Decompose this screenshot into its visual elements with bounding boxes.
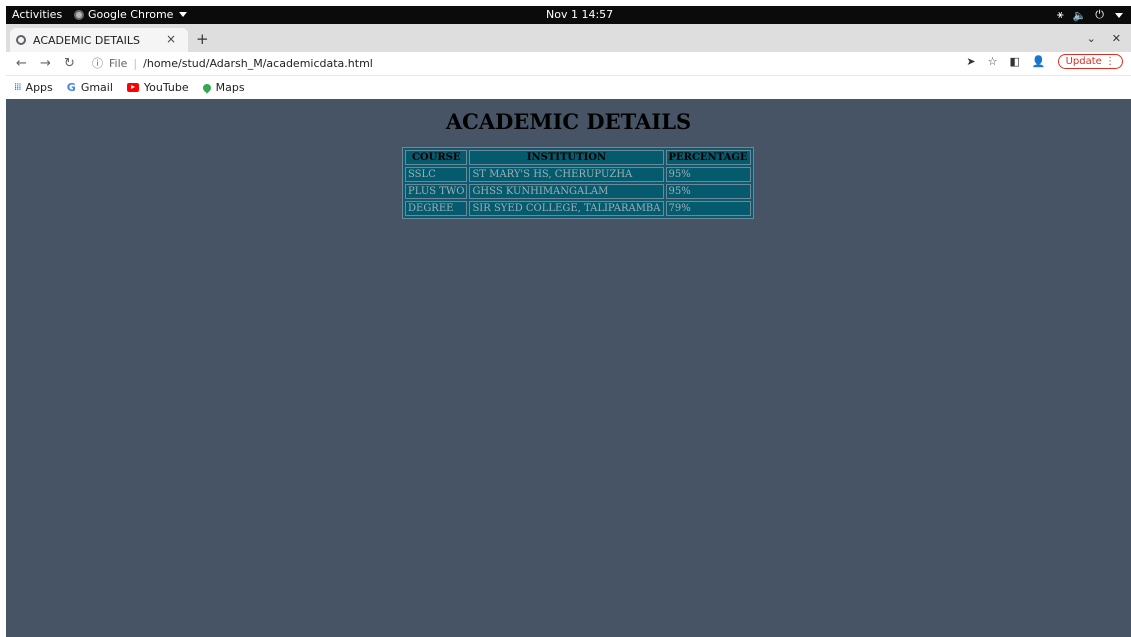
table-row: SSLC ST MARY'S HS, CHERUPUZHA 95% <box>405 167 751 182</box>
reload-icon[interactable]: ↻ <box>64 56 75 71</box>
network-icon: ⚹ <box>1056 8 1064 21</box>
send-tab-icon[interactable]: ➤ <box>966 55 975 68</box>
bookmarks-bar: ⁞⁞⁞ Apps G Gmail YouTube Maps <box>6 76 1131 99</box>
url-divider: | <box>133 56 138 70</box>
course-cell: SSLC <box>405 167 468 182</box>
caret-down-icon <box>179 12 188 17</box>
volume-icon: 🔈 <box>1072 8 1087 22</box>
table-header-row: COURSE INSTITUTION PERCENTAGE <box>405 150 751 165</box>
bookmark-label: Gmail <box>80 81 113 94</box>
url-path: /home/stud/Adarsh_M/academicdata.html <box>143 56 373 70</box>
column-header: PERCENTAGE <box>665 150 751 165</box>
percentage-cell: 79% <box>665 201 751 216</box>
profile-icon[interactable]: 👤 <box>1032 55 1046 68</box>
info-icon[interactable]: ⓘ <box>92 55 103 71</box>
institution-cell: SIR SYED COLLEGE, TALIPARAMBA <box>469 201 664 216</box>
caret-down-icon <box>1115 12 1123 18</box>
bookmark-maps[interactable]: Maps <box>200 81 245 94</box>
youtube-icon <box>126 83 139 92</box>
bookmark-star-icon[interactable]: ☆ <box>988 55 998 68</box>
window-close-icon[interactable]: ✕ <box>1112 32 1121 45</box>
bookmark-apps[interactable]: ⁞⁞⁞ Apps <box>14 81 53 94</box>
maps-icon <box>200 81 213 94</box>
bookmark-label: YouTube <box>143 81 189 94</box>
bookmark-gmail[interactable]: G Gmail <box>67 81 113 94</box>
apps-grid-icon: ⁞⁞⁞ <box>14 82 21 93</box>
browser-toolbar: ← → ↻ ⓘ File | /home/stud/Adarsh_M/acade… <box>6 52 1131 76</box>
tab-academic-details[interactable]: ACADEMIC DETAILS × <box>10 28 188 52</box>
update-label: Update <box>1065 56 1102 67</box>
tab-strip: ACADEMIC DETAILS × + ⌄ ✕ <box>6 24 1131 52</box>
institution-cell: GHSS KUNHIMANGALAM <box>469 184 664 199</box>
table-row: PLUS TWO GHSS KUNHIMANGALAM 95% <box>405 184 751 199</box>
course-cell: PLUS TWO <box>405 184 468 199</box>
system-top-bar: Activities Google Chrome Nov 1 14:57 ⚹ 🔈… <box>6 6 1131 24</box>
course-cell: DEGREE <box>405 201 468 216</box>
url-scheme: File <box>109 56 128 70</box>
power-icon: ⏻ <box>1095 8 1104 21</box>
table-row: DEGREE SIR SYED COLLEGE, TALIPARAMBA 79% <box>405 201 751 216</box>
side-panel-icon[interactable]: ◧ <box>1009 55 1019 68</box>
update-button[interactable]: Update ⋮ <box>1057 54 1123 69</box>
page-title: ACADEMIC DETAILS <box>445 109 692 134</box>
tab-search-icon[interactable]: ⌄ <box>1087 32 1096 45</box>
new-tab-button[interactable]: + <box>196 30 209 48</box>
activities-button[interactable]: Activities <box>12 8 62 21</box>
clock[interactable]: Nov 1 14:57 <box>546 8 613 21</box>
globe-icon <box>16 35 26 45</box>
column-header: COURSE <box>405 150 468 165</box>
institution-cell: ST MARY'S HS, CHERUPUZHA <box>469 167 664 182</box>
chrome-icon <box>74 9 84 20</box>
back-icon[interactable]: ← <box>16 56 27 71</box>
forward-icon[interactable]: → <box>40 56 51 71</box>
column-header: INSTITUTION <box>469 150 664 165</box>
tab-title: ACADEMIC DETAILS <box>33 33 141 47</box>
bookmark-youtube[interactable]: YouTube <box>126 81 189 94</box>
academic-details-table: COURSE INSTITUTION PERCENTAGE SSLC ST MA… <box>402 147 754 219</box>
app-menu-label: Google Chrome <box>88 8 174 21</box>
percentage-cell: 95% <box>665 184 751 199</box>
bookmark-label: Apps <box>25 81 53 94</box>
google-icon: G <box>66 81 76 94</box>
close-tab-icon[interactable]: × <box>166 32 176 46</box>
percentage-cell: 95% <box>665 167 751 182</box>
bookmark-label: Maps <box>215 81 245 94</box>
app-menu[interactable]: Google Chrome <box>74 8 188 21</box>
page-content: ACADEMIC DETAILS COURSE INSTITUTION PERC… <box>6 99 1131 637</box>
system-tray[interactable]: ⚹ 🔈 ⏻ <box>1057 8 1123 22</box>
address-bar[interactable]: ⓘ File | /home/stud/Adarsh_M/academicdat… <box>92 55 373 71</box>
